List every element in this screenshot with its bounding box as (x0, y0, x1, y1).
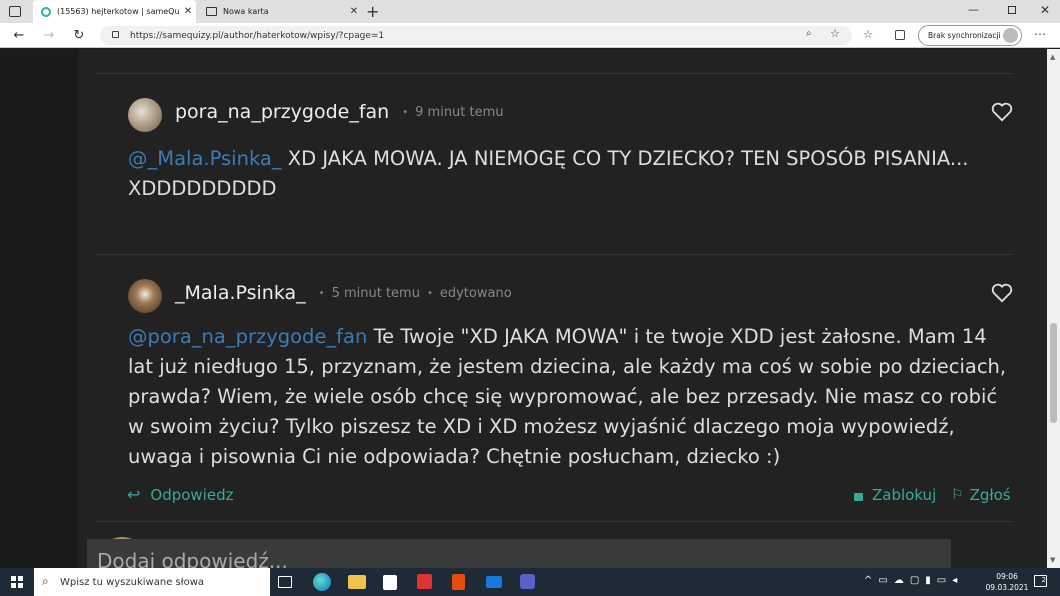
reply-arrow-icon: ↩ (127, 485, 141, 504)
comment-mention[interactable]: @_Mala.Psinka_ (128, 147, 282, 170)
favorites-icon[interactable]: ☆ (863, 28, 873, 41)
windows-start-icon[interactable] (11, 576, 23, 588)
address-bar: ← → ↻ https://samequizy.pl/author/haterk… (0, 23, 1060, 48)
close-tab-icon[interactable]: ✕ (180, 6, 196, 17)
url-text: https://samequizy.pl/author/haterkotow/w… (130, 30, 385, 41)
report-label: Zgłoś (969, 486, 1011, 504)
url-field[interactable]: https://samequizy.pl/author/haterkotow/w… (100, 26, 852, 45)
flag-icon: ⚐ (951, 487, 964, 503)
comment-body: @_Mala.Psinka_ XD JAKA MOWA. JA NIEMOGĘ … (128, 144, 1008, 204)
taskbar-search-input[interactable]: ⌕ Wpisz tu wyszukiwane słowa (34, 568, 270, 596)
comment-header: pora_na_przygode_fan • 9 minut temu (175, 101, 504, 123)
sync-label: Brak synchronizacji (928, 31, 1001, 40)
browser-tab-bar: (15563) hejterkotow | sameQuizy ✕ Nowa k… (0, 0, 1060, 23)
store-icon[interactable] (383, 575, 397, 590)
tab-title: Nowa karta (223, 7, 269, 16)
page-content: pora_na_przygode_fan • 9 minut temu @_Ma… (0, 49, 1047, 568)
comment-time: 9 minut temu (415, 104, 504, 120)
close-window-button[interactable]: ✕ (1040, 3, 1050, 17)
reply-placeholder: Dodaj odpowiedź... (97, 549, 288, 568)
profile-avatar (1003, 28, 1018, 43)
search-icon: ⌕ (42, 574, 49, 588)
scrollbar-thumb[interactable] (1050, 323, 1057, 423)
reply-button[interactable]: ↩ Odpowiedz (127, 485, 234, 504)
refresh-button[interactable]: ↻ (68, 23, 90, 48)
heart-icon[interactable] (991, 102, 1013, 122)
maximize-button[interactable] (1008, 6, 1016, 14)
close-tab-icon[interactable]: ✕ (346, 6, 362, 17)
scroll-up-icon[interactable]: ▲ (1050, 53, 1055, 61)
task-view-icon[interactable] (278, 576, 292, 588)
favorite-star-icon[interactable]: ☆ (830, 27, 840, 40)
search-placeholder: Wpisz tu wyszukiwane słowa (60, 576, 205, 588)
edited-label: edytowano (439, 285, 512, 301)
more-options-icon[interactable]: ⋯ (1034, 27, 1046, 41)
zoom-icon[interactable]: ⌕ (806, 28, 812, 39)
tab-samequizy[interactable]: (15563) hejterkotow | sameQuizy ✕ (33, 0, 196, 23)
report-button[interactable]: ⚐ Zgłoś (951, 486, 1011, 504)
notification-count: 2 (1041, 576, 1046, 584)
divider (96, 254, 1014, 255)
tab-new-tab[interactable]: Nowa karta ✕ (198, 0, 362, 23)
taskbar-clock[interactable]: 09:06 09.03.2021 (982, 571, 1032, 593)
tab-title: (15563) hejterkotow | sameQuizy (57, 7, 180, 16)
notification-center-icon[interactable]: 2 (1034, 575, 1047, 587)
samequizy-favicon-icon (41, 6, 51, 17)
mail-icon[interactable] (486, 576, 502, 588)
edge-browser-icon[interactable] (313, 573, 331, 591)
reply-label: Odpowiedz (150, 485, 234, 504)
file-explorer-icon[interactable] (348, 575, 366, 589)
block-button[interactable]: Zablokuj (854, 486, 936, 504)
comment-author[interactable]: pora_na_przygode_fan (175, 101, 389, 123)
gift-app-icon[interactable] (417, 574, 432, 589)
new-tab-page-icon (206, 7, 217, 16)
collections-icon[interactable] (895, 30, 905, 40)
divider (96, 73, 1014, 74)
comment-mention[interactable]: @pora_na_przygode_fan (128, 325, 367, 348)
clock-date: 09.03.2021 (985, 583, 1029, 592)
office-icon[interactable] (452, 574, 465, 590)
sync-status-button[interactable]: Brak synchronizacji (918, 25, 1022, 46)
minimize-button[interactable]: — (968, 3, 979, 16)
forward-button[interactable]: → (38, 23, 60, 48)
back-button[interactable]: ← (8, 23, 30, 48)
system-tray-icons[interactable]: ^▭☁▢▮▭◂ (864, 575, 963, 586)
scroll-down-icon[interactable]: ▼ (1050, 556, 1055, 564)
comment-author[interactable]: _Mala.Psinka_ (175, 282, 306, 304)
vertical-scrollbar[interactable]: ▲ ▼ (1047, 49, 1060, 568)
new-tab-button[interactable]: + (366, 2, 379, 21)
comment-body: @pora_na_przygode_fan Te Twoje "XD JAKA … (128, 322, 1008, 472)
comment-header: _Mala.Psinka_ • 5 minut temu • edytowano (175, 282, 512, 304)
avatar (128, 98, 162, 132)
heart-icon[interactable] (991, 283, 1013, 303)
block-label: Zablokuj (872, 486, 937, 504)
lock-icon (112, 31, 119, 38)
clock-time: 09:06 (996, 572, 1018, 581)
tab-actions-icon[interactable] (9, 6, 21, 17)
teams-icon[interactable] (520, 574, 535, 589)
comment-time: 5 minut temu (331, 285, 420, 301)
windows-taskbar: ⌕ Wpisz tu wyszukiwane słowa ^▭☁▢▮▭◂ 09:… (0, 568, 1060, 596)
divider (96, 521, 1014, 522)
avatar (128, 279, 162, 313)
lock-icon (854, 492, 863, 501)
comments-panel: pora_na_przygode_fan • 9 minut temu @_Ma… (78, 49, 1047, 568)
reply-input[interactable]: Dodaj odpowiedź... (87, 539, 951, 568)
